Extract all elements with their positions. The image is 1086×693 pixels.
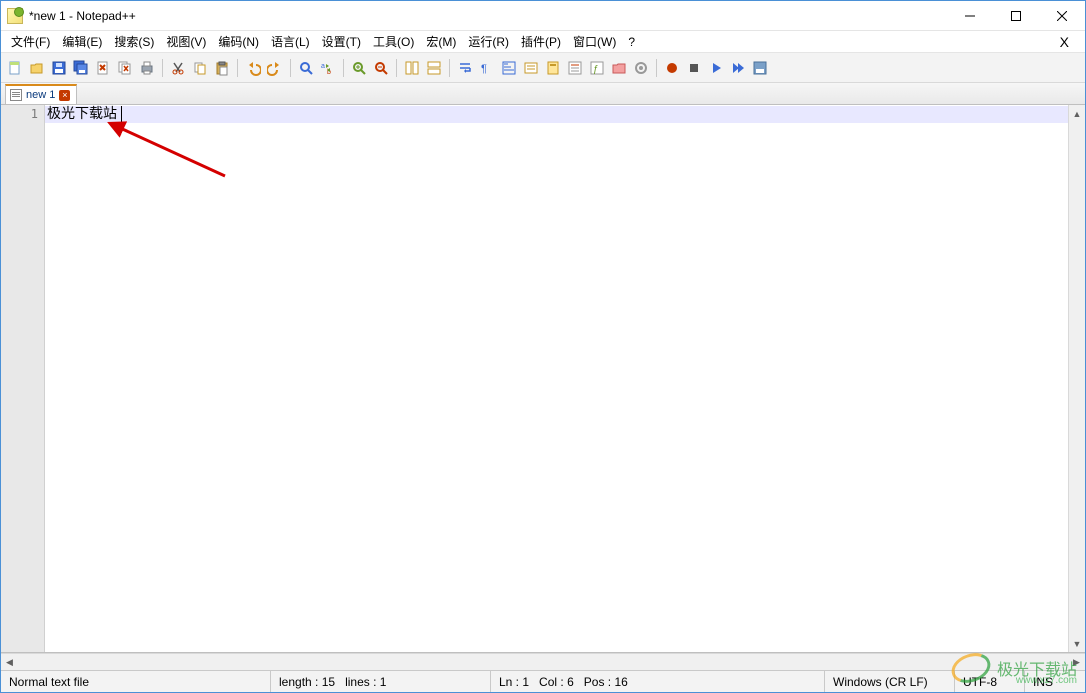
monitor-icon[interactable] <box>631 58 651 78</box>
menu-help[interactable]: ? <box>622 33 641 51</box>
scroll-left-icon[interactable]: ◀ <box>1 654 18 670</box>
status-length-lines: length : 15 lines : 1 <box>271 671 491 692</box>
udl-icon[interactable] <box>521 58 541 78</box>
sync-v-icon[interactable] <box>402 58 422 78</box>
play-macro-icon[interactable] <box>706 58 726 78</box>
scroll-up-icon[interactable]: ▲ <box>1069 105 1085 122</box>
tab-label: new 1 <box>26 89 55 101</box>
window-title: *new 1 - Notepad++ <box>29 9 136 23</box>
text-editor[interactable]: 极光下载站 <box>45 105 1068 652</box>
tab-strip: new 1 × <box>1 83 1085 105</box>
title-bar: *new 1 - Notepad++ <box>1 1 1085 31</box>
doc-list-icon[interactable] <box>565 58 585 78</box>
status-caret-pos: Ln : 1 Col : 6 Pos : 16 <box>491 671 825 692</box>
menu-run[interactable]: 运行(R) <box>462 31 515 52</box>
text-caret <box>121 106 122 122</box>
menu-window[interactable]: 窗口(W) <box>567 31 622 52</box>
paste-icon[interactable] <box>212 58 232 78</box>
file-icon <box>10 89 22 101</box>
print-icon[interactable] <box>137 58 157 78</box>
menu-language[interactable]: 语言(L) <box>265 31 316 52</box>
cut-icon[interactable] <box>168 58 188 78</box>
save-macro-icon[interactable] <box>750 58 770 78</box>
find-icon[interactable] <box>296 58 316 78</box>
open-file-icon[interactable] <box>27 58 47 78</box>
svg-text:¶: ¶ <box>481 63 487 75</box>
indent-guide-icon[interactable] <box>499 58 519 78</box>
tab-close-icon[interactable]: × <box>59 90 70 101</box>
play-multi-icon[interactable] <box>728 58 748 78</box>
folder-workspace-icon[interactable] <box>609 58 629 78</box>
menu-extra-x[interactable]: X <box>1048 34 1081 50</box>
redo-icon[interactable] <box>265 58 285 78</box>
menu-macro[interactable]: 宏(M) <box>420 31 462 52</box>
tab-new-1[interactable]: new 1 × <box>5 84 77 104</box>
line-number: 1 <box>1 107 38 121</box>
doc-map-icon[interactable] <box>543 58 563 78</box>
svg-text:a: a <box>321 63 325 70</box>
close-file-icon[interactable] <box>93 58 113 78</box>
app-icon <box>7 8 23 24</box>
replace-icon[interactable]: ab <box>318 58 338 78</box>
menu-bar: 文件(F) 编辑(E) 搜索(S) 视图(V) 编码(N) 语言(L) 设置(T… <box>1 31 1085 53</box>
wordwrap-icon[interactable] <box>455 58 475 78</box>
zoom-in-icon[interactable] <box>349 58 369 78</box>
status-eol[interactable]: Windows (CR LF) <box>825 671 955 692</box>
save-icon[interactable] <box>49 58 69 78</box>
svg-text:ƒ: ƒ <box>593 64 599 75</box>
menu-edit[interactable]: 编辑(E) <box>56 31 108 52</box>
menu-settings[interactable]: 设置(T) <box>316 31 367 52</box>
save-all-icon[interactable] <box>71 58 91 78</box>
func-list-icon[interactable]: ƒ <box>587 58 607 78</box>
undo-icon[interactable] <box>243 58 263 78</box>
toolbar: ab ¶ ƒ <box>1 53 1085 83</box>
scroll-right-icon[interactable]: ▶ <box>1068 654 1085 670</box>
status-bar: Normal text file length : 15 lines : 1 L… <box>1 670 1085 692</box>
menu-search[interactable]: 搜索(S) <box>108 31 160 52</box>
new-file-icon[interactable] <box>5 58 25 78</box>
menu-plugins[interactable]: 插件(P) <box>515 31 567 52</box>
scroll-down-icon[interactable]: ▼ <box>1069 635 1085 652</box>
status-encoding[interactable]: UTF-8 <box>955 671 1025 692</box>
status-filetype: Normal text file <box>1 671 271 692</box>
copy-icon[interactable] <box>190 58 210 78</box>
show-all-icon[interactable]: ¶ <box>477 58 497 78</box>
close-all-icon[interactable] <box>115 58 135 78</box>
maximize-button[interactable] <box>993 1 1039 31</box>
minimize-button[interactable] <box>947 1 993 31</box>
sync-h-icon[interactable] <box>424 58 444 78</box>
line-gutter: 1 <box>1 105 45 652</box>
editor-content: 极光下载站 <box>47 106 1066 123</box>
close-window-button[interactable] <box>1039 1 1085 31</box>
vertical-scrollbar[interactable]: ▲ ▼ <box>1068 105 1085 652</box>
horizontal-scrollbar[interactable]: ◀ ▶ <box>1 653 1085 670</box>
annotation-arrow <box>100 121 230 181</box>
zoom-out-icon[interactable] <box>371 58 391 78</box>
menu-view[interactable]: 视图(V) <box>160 31 212 52</box>
record-macro-icon[interactable] <box>662 58 682 78</box>
editor-area: 1 极光下载站 ▲ ▼ <box>1 105 1085 653</box>
status-mode[interactable]: INS <box>1025 671 1085 692</box>
menu-encoding[interactable]: 编码(N) <box>212 31 265 52</box>
stop-macro-icon[interactable] <box>684 58 704 78</box>
menu-tools[interactable]: 工具(O) <box>367 31 420 52</box>
menu-file[interactable]: 文件(F) <box>5 31 56 52</box>
